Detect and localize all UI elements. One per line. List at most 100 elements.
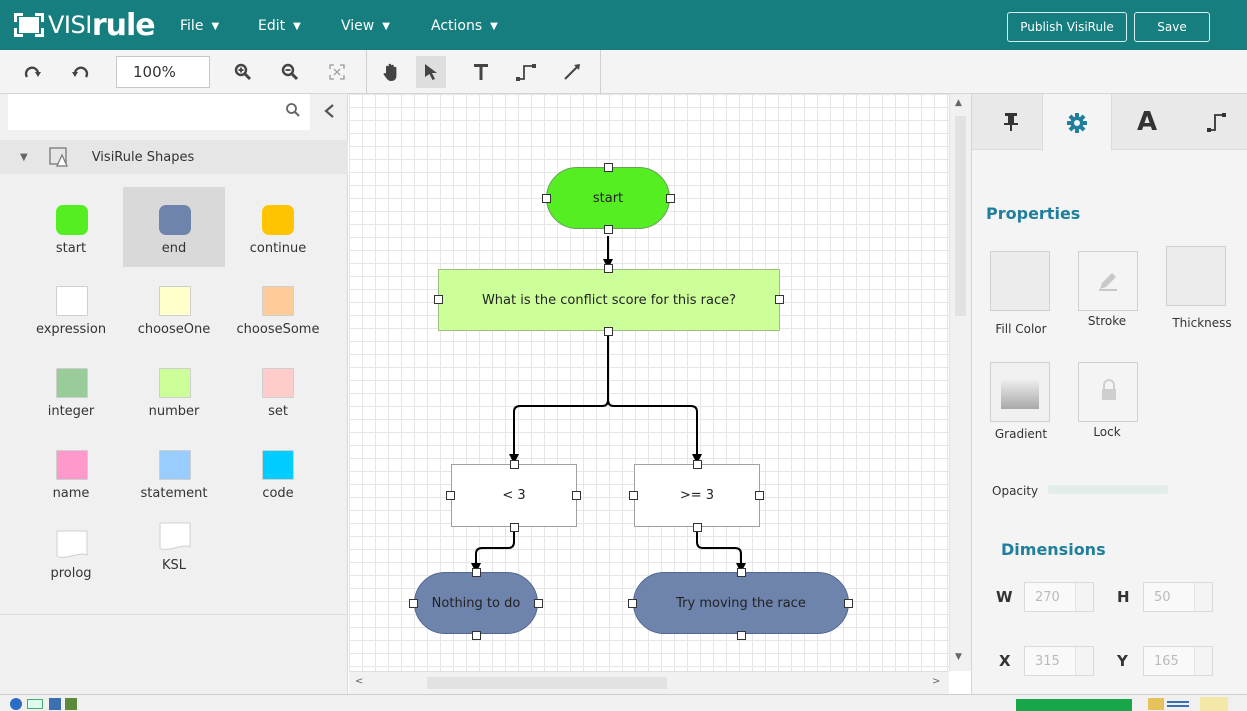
- shape-statement[interactable]: statement: [123, 432, 225, 512]
- shape-choosesome[interactable]: chooseSome: [226, 268, 330, 348]
- gear-icon[interactable]: [1042, 94, 1112, 151]
- resize-handle[interactable]: [472, 631, 481, 640]
- y-input[interactable]: 165: [1143, 646, 1213, 676]
- lock-button[interactable]: [1078, 362, 1138, 422]
- menu-edit[interactable]: Edit ▼: [258, 18, 301, 34]
- node-end-nothing[interactable]: Nothing to do: [414, 572, 538, 634]
- resize-handle[interactable]: [604, 264, 613, 273]
- node-condition-ge[interactable]: >= 3: [634, 464, 760, 527]
- resize-handle[interactable]: [737, 568, 746, 577]
- resize-handle[interactable]: [534, 599, 543, 608]
- resize-handle[interactable]: [434, 295, 443, 304]
- shape-group-title: VisiRule Shapes: [91, 149, 195, 165]
- text-icon[interactable]: [466, 56, 496, 88]
- opacity-slider[interactable]: [1048, 485, 1168, 494]
- x-spinner[interactable]: [1075, 647, 1093, 675]
- menu-view[interactable]: View ▼: [341, 18, 390, 34]
- fit-icon[interactable]: [322, 56, 352, 88]
- shape-name[interactable]: name: [20, 432, 122, 512]
- line-icon[interactable]: [557, 56, 587, 88]
- resize-handle[interactable]: [755, 491, 764, 500]
- vertical-scrollbar[interactable]: ▲ ▼: [949, 94, 971, 671]
- node-condition-lt[interactable]: < 3: [451, 464, 577, 527]
- thickness-swatch[interactable]: [1166, 246, 1226, 306]
- resize-handle[interactable]: [409, 599, 418, 608]
- menu-actions[interactable]: Actions ▼: [431, 18, 498, 34]
- scrollbar-thumb[interactable]: [955, 116, 966, 316]
- scroll-up-icon[interactable]: ▲: [955, 98, 962, 108]
- connector-icon[interactable]: [512, 56, 542, 88]
- resize-handle[interactable]: [604, 225, 613, 234]
- pin-icon[interactable]: [976, 94, 1046, 150]
- resize-handle[interactable]: [844, 599, 853, 608]
- gradient-swatch[interactable]: [990, 362, 1050, 422]
- publish-button[interactable]: Publish VisiRule: [1007, 12, 1127, 42]
- scroll-down-icon[interactable]: ▼: [955, 652, 962, 662]
- node-question-label: What is the conflict score for this race…: [481, 292, 737, 308]
- resize-handle[interactable]: [542, 194, 551, 203]
- zoom-out-icon[interactable]: [275, 56, 305, 88]
- shape-expression[interactable]: expression: [20, 268, 122, 348]
- shape-code[interactable]: code: [226, 432, 330, 512]
- shape-set[interactable]: set: [226, 350, 330, 430]
- height-input[interactable]: 50: [1143, 582, 1213, 612]
- shape-start[interactable]: start: [20, 187, 122, 267]
- resize-handle[interactable]: [604, 163, 613, 172]
- shape-end[interactable]: end: [123, 187, 225, 267]
- node-end-move[interactable]: Try moving the race: [633, 572, 849, 634]
- pan-icon[interactable]: [376, 56, 406, 88]
- resize-handle[interactable]: [446, 491, 455, 500]
- search-input[interactable]: [8, 94, 278, 130]
- shape-prolog[interactable]: prolog: [20, 512, 122, 592]
- collapse-panel-icon[interactable]: [322, 102, 336, 124]
- font-icon[interactable]: A: [1112, 94, 1182, 150]
- resize-handle[interactable]: [629, 491, 638, 500]
- y-spinner[interactable]: [1194, 647, 1212, 675]
- resize-handle[interactable]: [666, 194, 675, 203]
- zoom-in-icon[interactable]: [228, 56, 258, 88]
- shape-ksl[interactable]: KSL: [123, 504, 225, 584]
- height-spinner[interactable]: [1194, 583, 1212, 611]
- x-input[interactable]: 315: [1024, 646, 1094, 676]
- resize-handle[interactable]: [604, 327, 613, 336]
- horizontal-scrollbar[interactable]: < >: [349, 671, 949, 694]
- node-condition-lt-label: < 3: [502, 488, 526, 503]
- shape-chooseone[interactable]: chooseOne: [123, 268, 225, 348]
- fill-color-swatch[interactable]: [990, 251, 1050, 311]
- shape-label: expression: [35, 322, 107, 337]
- resize-handle[interactable]: [693, 523, 702, 532]
- scroll-left-icon[interactable]: <: [355, 676, 363, 687]
- scrollbar-thumb[interactable]: [427, 677, 667, 689]
- resize-handle[interactable]: [572, 491, 581, 500]
- shape-group-header[interactable]: ▼ VisiRule Shapes: [0, 140, 348, 174]
- resize-handle[interactable]: [472, 568, 481, 577]
- resize-handle[interactable]: [510, 523, 519, 532]
- fill-color-label: Fill Color: [995, 322, 1047, 336]
- zoom-level-input[interactable]: 100%: [116, 56, 210, 88]
- save-button[interactable]: Save: [1134, 12, 1210, 42]
- undo-icon[interactable]: [65, 56, 95, 88]
- redo-icon[interactable]: [18, 56, 48, 88]
- resize-handle[interactable]: [693, 460, 702, 469]
- resize-handle[interactable]: [737, 631, 746, 640]
- diagram-canvas[interactable]: start What is the conflict score for thi…: [349, 94, 949, 671]
- logo-icon: [14, 13, 44, 37]
- width-spinner[interactable]: [1075, 583, 1093, 611]
- connector-question-lt: [509, 335, 609, 464]
- menu-file[interactable]: File ▼: [180, 18, 219, 34]
- shape-continue[interactable]: continue: [226, 187, 330, 267]
- scroll-right-icon[interactable]: >: [932, 676, 940, 687]
- resize-handle[interactable]: [628, 599, 637, 608]
- select-icon[interactable]: [416, 56, 446, 88]
- search-icon[interactable]: [285, 102, 301, 122]
- width-input[interactable]: 270: [1024, 582, 1094, 612]
- resize-handle[interactable]: [775, 295, 784, 304]
- shape-integer[interactable]: integer: [20, 350, 122, 430]
- connector-style-icon[interactable]: [1182, 94, 1247, 150]
- node-question[interactable]: What is the conflict score for this race…: [438, 269, 780, 331]
- width-label: W: [996, 588, 1013, 606]
- resize-handle[interactable]: [510, 460, 519, 469]
- node-start[interactable]: start: [546, 167, 670, 229]
- shape-number[interactable]: number: [123, 350, 225, 430]
- stroke-swatch[interactable]: [1078, 251, 1138, 311]
